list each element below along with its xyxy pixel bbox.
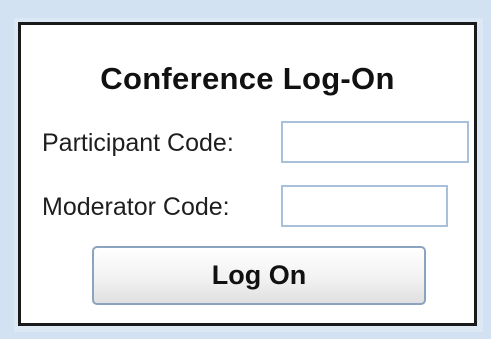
- log-on-button[interactable]: Log On: [92, 246, 426, 305]
- conference-logon-panel: Conference Log-On Participant Code: Mode…: [18, 22, 477, 326]
- participant-code-input[interactable]: [281, 121, 469, 163]
- participant-code-label: Participant Code:: [42, 129, 234, 157]
- moderator-code-label: Moderator Code:: [42, 193, 230, 221]
- moderator-code-input[interactable]: [281, 185, 448, 227]
- panel-title: Conference Log-On: [100, 61, 395, 96]
